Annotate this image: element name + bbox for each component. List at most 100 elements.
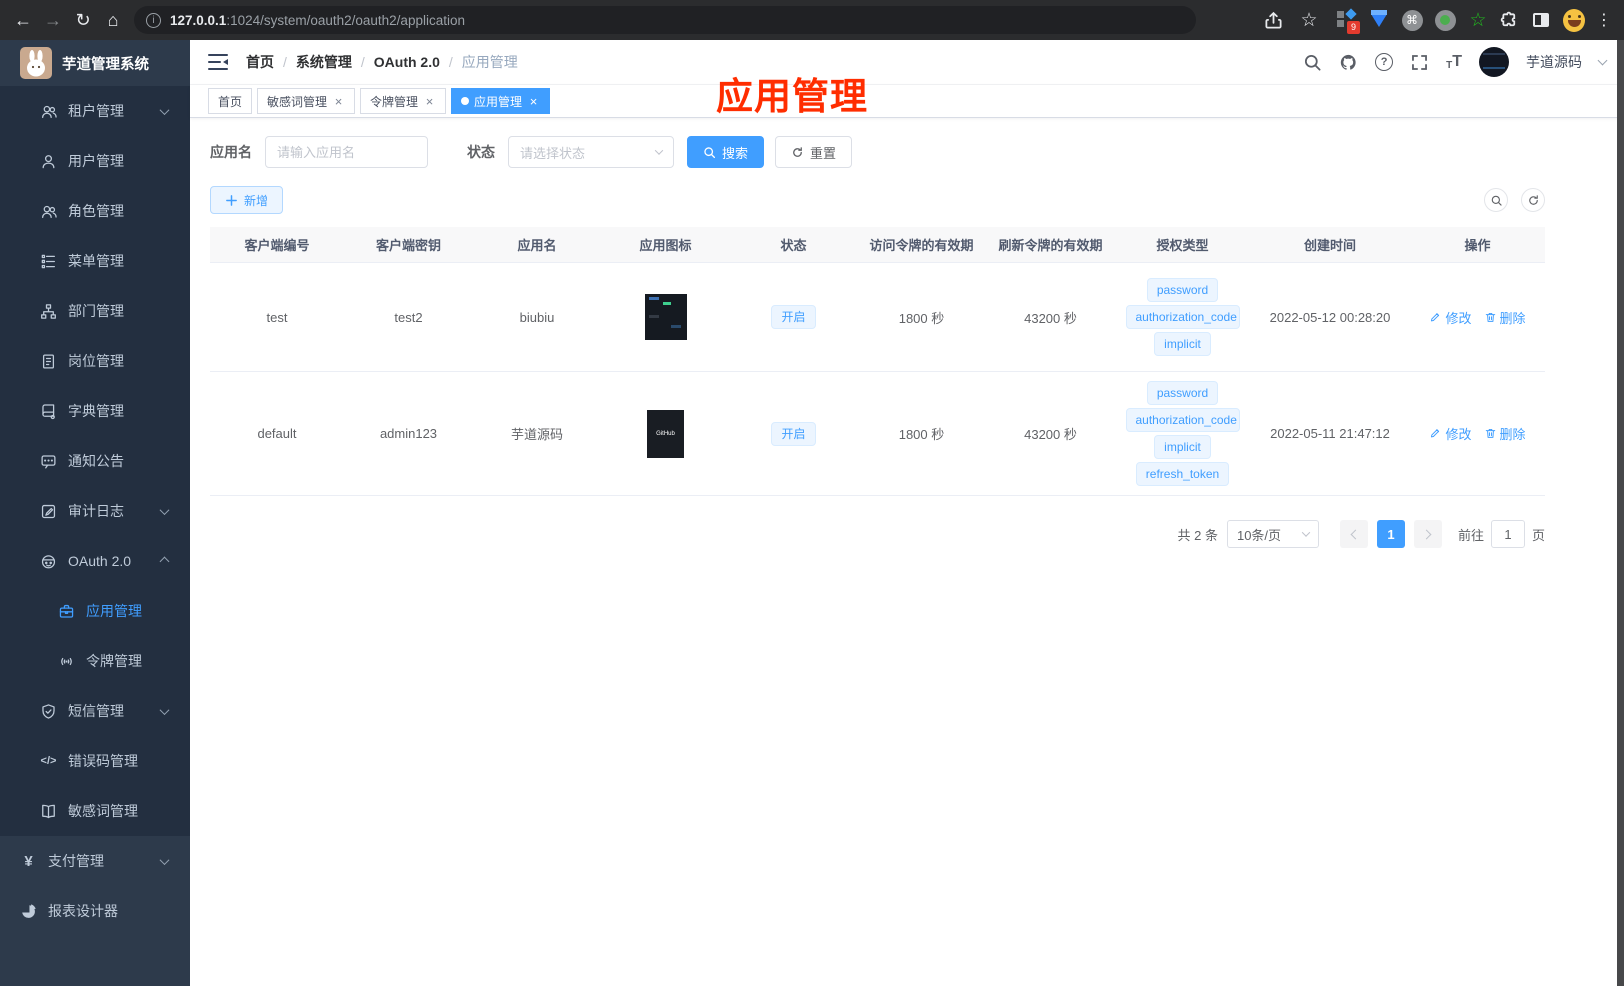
page-number-1[interactable]: 1 bbox=[1376, 520, 1405, 548]
address-bar[interactable]: i 127.0.0.1:1024/system/oauth2/oauth2/ap… bbox=[134, 6, 1196, 34]
chevron-down-icon[interactable] bbox=[1597, 55, 1608, 65]
fullscreen-icon[interactable] bbox=[1410, 53, 1429, 72]
grant-tag: authorization_code bbox=[1125, 305, 1240, 329]
tab-application[interactable]: 应用管理 × bbox=[451, 88, 551, 114]
delete-button[interactable]: 删除 bbox=[1484, 424, 1526, 443]
help-icon[interactable]: ? bbox=[1375, 53, 1394, 71]
sidebar-item-dict[interactable]: 字典管理 bbox=[0, 386, 190, 436]
recorder-extension-icon[interactable] bbox=[1434, 9, 1456, 31]
delete-button[interactable]: 删除 bbox=[1484, 308, 1526, 327]
user-avatar[interactable] bbox=[1479, 47, 1509, 77]
star-extension-icon[interactable]: ☆ bbox=[1467, 9, 1489, 31]
breadcrumb-home[interactable]: 首页 bbox=[246, 52, 274, 72]
add-button[interactable]: 新增 bbox=[210, 186, 284, 214]
breadcrumb-system[interactable]: 系统管理 bbox=[296, 52, 352, 72]
applications-table: 客户端编号 客户端密钥 应用名 应用图标 状态 访问令牌的有效期 刷新令牌的有效… bbox=[210, 227, 1545, 496]
breadcrumb: 首页 / 系统管理 / OAuth 2.0 / 应用管理 bbox=[246, 52, 518, 72]
grant-tag: password bbox=[1146, 278, 1219, 302]
sidebar-item-report-designer[interactable]: 报表设计器 bbox=[0, 886, 190, 936]
sidebar: 芋道管理系统 租户管理 用户管理 角色管理 菜单管理 部门管理 岗位管理 字典管… bbox=[0, 40, 190, 986]
collapse-sidebar-icon[interactable] bbox=[208, 54, 228, 70]
sidebar-item-user[interactable]: 用户管理 bbox=[0, 136, 190, 186]
sidebar-item-oauth[interactable]: OAuth 2.0 bbox=[0, 536, 190, 586]
goto-label: 前往 bbox=[1457, 527, 1484, 543]
search-button[interactable]: 搜索 bbox=[687, 136, 765, 168]
status-select[interactable]: 请选择状态 bbox=[508, 136, 674, 168]
breadcrumb-current: 应用管理 bbox=[461, 54, 518, 70]
logo-image bbox=[20, 47, 52, 79]
back-icon[interactable]: ← bbox=[8, 5, 38, 35]
close-icon[interactable]: × bbox=[423, 95, 436, 108]
search-icon[interactable] bbox=[1303, 53, 1322, 72]
github-icon[interactable] bbox=[1339, 53, 1358, 72]
grant-tag: authorization_code bbox=[1125, 408, 1240, 432]
sidebar-item-error-code[interactable]: </> 错误码管理 bbox=[0, 736, 190, 786]
sidebar-item-dept[interactable]: 部门管理 bbox=[0, 286, 190, 336]
share-icon[interactable] bbox=[1264, 11, 1283, 30]
client-secret-cell: test2 bbox=[394, 309, 423, 325]
browser-menu-icon[interactable]: ⋮ bbox=[1596, 10, 1612, 30]
trash-icon bbox=[1485, 312, 1495, 322]
red-annotation-text: 应用管理 bbox=[716, 76, 868, 117]
search-button-label: 搜索 bbox=[722, 145, 749, 161]
tab-token[interactable]: 令牌管理 × bbox=[360, 88, 447, 114]
user-name[interactable]: 芋道源码 bbox=[1526, 52, 1582, 72]
window-edge-scrollbar[interactable] bbox=[1617, 40, 1624, 986]
breadcrumb-separator: / bbox=[283, 54, 287, 70]
access-token-ttl-cell: 1800 秒 bbox=[898, 310, 945, 326]
edit-icon bbox=[1431, 312, 1440, 321]
edit-icon bbox=[1431, 429, 1440, 438]
sidebar-item-post[interactable]: 岗位管理 bbox=[0, 336, 190, 386]
page-size-select[interactable]: 10条/页 bbox=[1226, 520, 1319, 548]
prev-page-button[interactable] bbox=[1339, 520, 1368, 548]
goto-page-input[interactable] bbox=[1490, 520, 1525, 548]
puzzle-extensions-icon[interactable] bbox=[1500, 11, 1519, 30]
next-page-button[interactable] bbox=[1413, 520, 1442, 548]
sidebar-item-audit-log[interactable]: 审计日志 bbox=[0, 486, 190, 536]
column-header: 授权类型 bbox=[1156, 238, 1209, 253]
gem-extension-icon[interactable] bbox=[1368, 9, 1390, 31]
hide-search-button[interactable] bbox=[1484, 188, 1508, 212]
close-icon[interactable]: × bbox=[527, 95, 540, 108]
info-icon[interactable]: i bbox=[146, 12, 161, 28]
font-size-icon[interactable]: TT bbox=[1446, 53, 1462, 71]
app-logo[interactable]: 芋道管理系统 bbox=[0, 40, 190, 86]
plus-icon bbox=[226, 194, 237, 206]
sidebar-item-oauth-application[interactable]: 应用管理 bbox=[0, 586, 190, 636]
sidebar-item-notice[interactable]: 通知公告 bbox=[0, 436, 190, 486]
edit-button[interactable]: 修改 bbox=[1429, 308, 1472, 327]
app-icon-thumbnail bbox=[644, 294, 687, 340]
sidebar-item-tenant[interactable]: 租户管理 bbox=[0, 86, 190, 136]
home-icon[interactable]: ⌂ bbox=[98, 5, 128, 35]
sidebar-item-oauth-token[interactable]: 令牌管理 bbox=[0, 636, 190, 686]
chevron-down-icon bbox=[1301, 528, 1311, 537]
breadcrumb-oauth[interactable]: OAuth 2.0 bbox=[374, 54, 440, 70]
grid-extension-icon[interactable]: 9 bbox=[1335, 8, 1360, 34]
app-name-input[interactable] bbox=[265, 136, 428, 168]
sidebar-item-menu[interactable]: 菜单管理 bbox=[0, 236, 190, 286]
table-row: test test2 biubiu 开启 1800 秒 43200 秒 pass… bbox=[210, 263, 1545, 372]
app-header: 首页 / 系统管理 / OAuth 2.0 / 应用管理 ? TT 芋道源码 bbox=[190, 40, 1624, 85]
page-unit-label: 页 bbox=[1531, 527, 1545, 543]
command-extension-icon[interactable]: ⌘ bbox=[1401, 9, 1423, 31]
reload-icon[interactable]: ↻ bbox=[68, 5, 98, 35]
split-view-icon[interactable] bbox=[1530, 9, 1552, 31]
app-name-field[interactable] bbox=[277, 144, 416, 160]
reset-button[interactable]: 重置 bbox=[775, 136, 853, 168]
sidebar-item-label: 租户管理 bbox=[68, 103, 124, 119]
profile-avatar-icon[interactable] bbox=[1563, 8, 1585, 32]
sidebar-item-sensitive-word[interactable]: 敏感词管理 bbox=[0, 786, 190, 836]
forward-icon[interactable]: → bbox=[38, 5, 68, 35]
sidebar-item-role[interactable]: 角色管理 bbox=[0, 186, 190, 236]
url-path: :1024/system/oauth2/oauth2/application bbox=[226, 12, 465, 28]
refresh-table-button[interactable] bbox=[1521, 188, 1545, 212]
edit-button[interactable]: 修改 bbox=[1429, 424, 1472, 443]
column-header: 客户端密钥 bbox=[375, 238, 441, 253]
tab-sensitive-word[interactable]: 敏感词管理 × bbox=[257, 88, 356, 114]
sidebar-item-payment[interactable]: ¥ 支付管理 bbox=[0, 836, 190, 886]
tab-home[interactable]: 首页 bbox=[208, 88, 253, 114]
sidebar-item-label: 审计日志 bbox=[68, 503, 124, 519]
close-icon[interactable]: × bbox=[332, 95, 345, 108]
bookmark-star-icon[interactable]: ☆ bbox=[1294, 5, 1324, 35]
sidebar-item-sms[interactable]: 短信管理 bbox=[0, 686, 190, 736]
